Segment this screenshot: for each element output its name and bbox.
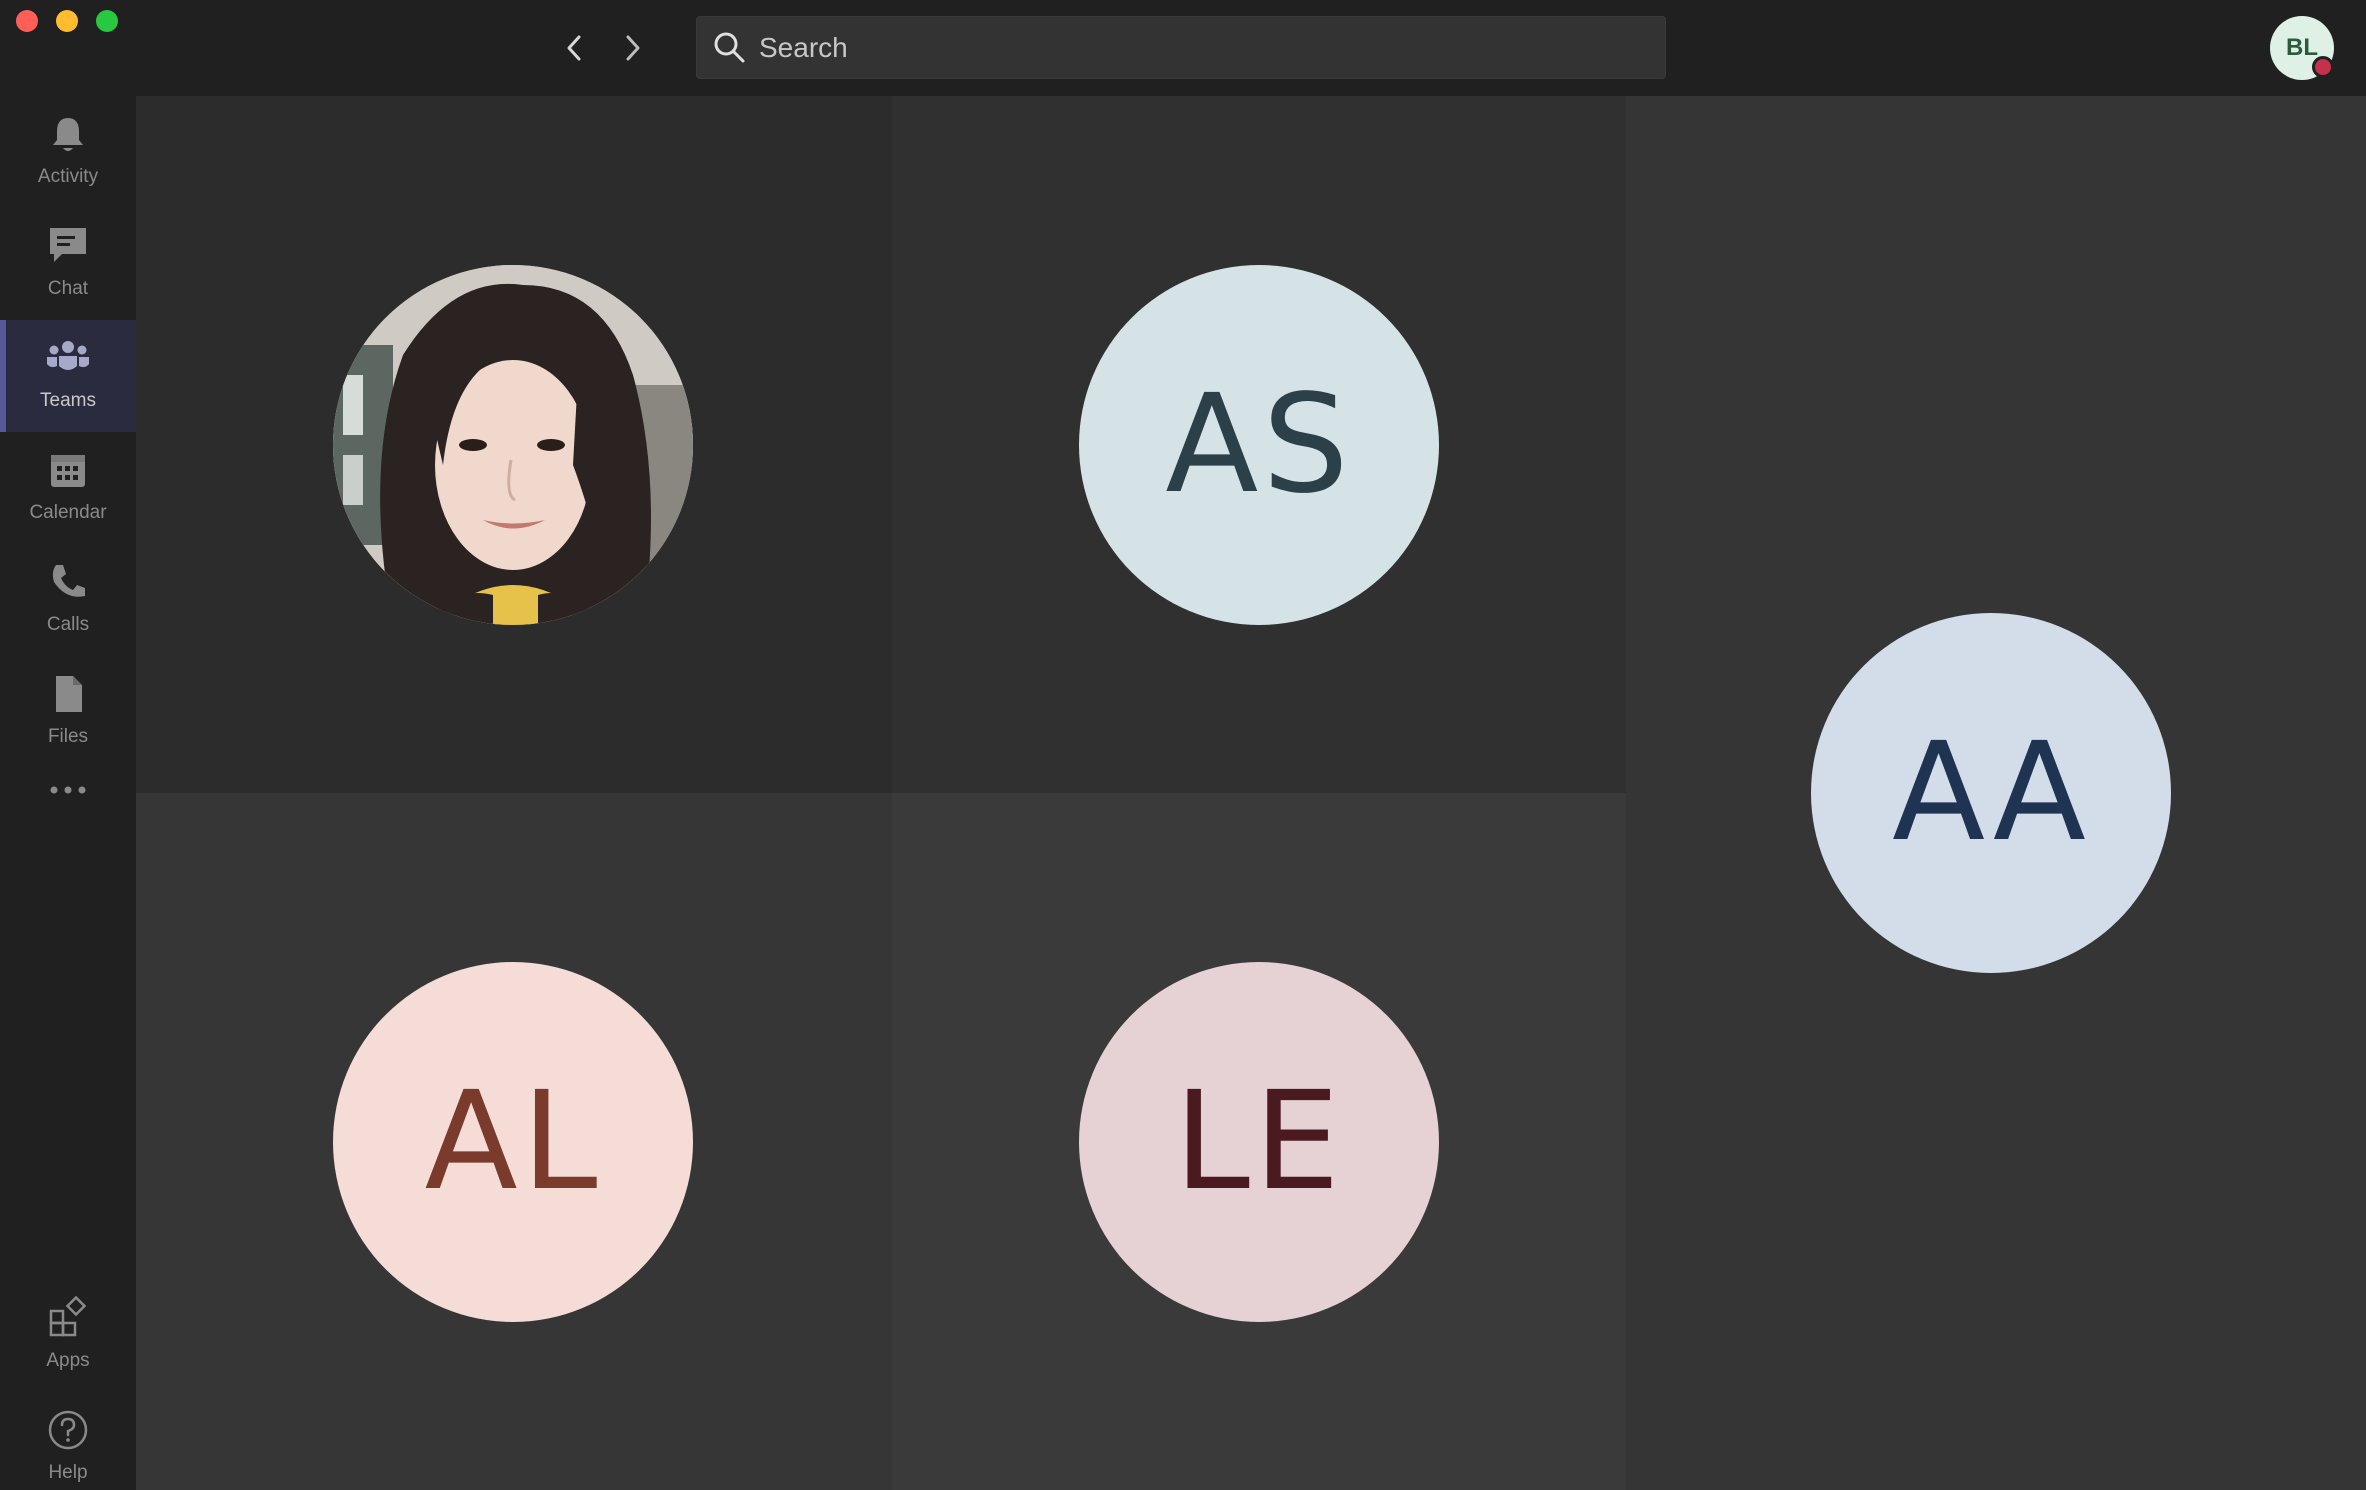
chat-icon xyxy=(50,228,86,262)
rail-item-files[interactable]: Files xyxy=(0,656,136,768)
forward-button[interactable] xyxy=(610,26,654,70)
file-icon xyxy=(56,676,82,712)
participant-initials-avatar: AL xyxy=(333,962,693,1322)
participant-tile[interactable]: AL xyxy=(136,793,892,1490)
rail-label: Apps xyxy=(46,1350,90,1371)
rail-label: Calls xyxy=(46,614,90,635)
rail-item-calls[interactable]: Calls xyxy=(0,544,136,656)
participant-photo-avatar xyxy=(333,265,693,625)
participant-tile[interactable] xyxy=(136,96,892,793)
teams-window: BL Activity Chat xyxy=(0,0,2366,1490)
rail-label: Activity xyxy=(37,166,99,187)
apps-icon xyxy=(49,1296,87,1337)
rail-label: Help xyxy=(48,1462,88,1483)
search-input[interactable] xyxy=(759,17,1639,78)
rail-label: Files xyxy=(47,726,89,747)
rail-item-apps[interactable]: Apps xyxy=(0,1280,136,1392)
app-rail: Activity Chat Teams Calendar Calls Files… xyxy=(0,96,136,1490)
minimize-window-button[interactable] xyxy=(56,10,78,32)
participant-tile[interactable]: AA xyxy=(1626,96,2366,1490)
more-icon xyxy=(50,786,86,794)
rail-item-help[interactable]: Help xyxy=(0,1392,136,1490)
participant-initials-avatar: LE xyxy=(1079,962,1439,1322)
close-window-button[interactable] xyxy=(16,10,38,32)
calendar-icon xyxy=(51,455,85,487)
help-icon xyxy=(48,1410,88,1450)
presence-status-dot xyxy=(2312,56,2334,78)
rail-item-activity[interactable]: Activity xyxy=(0,96,136,208)
title-bar: BL xyxy=(0,0,2366,96)
rail-item-chat[interactable]: Chat xyxy=(0,208,136,320)
rail-label: Calendar xyxy=(29,502,107,523)
meeting-stage: AS AA AL LE xyxy=(136,96,2366,1490)
participant-tile[interactable]: LE xyxy=(892,793,1626,1490)
more-apps-button[interactable] xyxy=(0,768,136,848)
participant-initials-avatar: AA xyxy=(1811,613,2171,973)
rail-label: Teams xyxy=(40,390,96,411)
maximize-window-button[interactable] xyxy=(96,10,118,32)
phone-icon xyxy=(52,565,85,597)
back-button[interactable] xyxy=(553,26,597,70)
chevron-left-icon xyxy=(567,35,581,61)
chevron-right-icon xyxy=(626,35,640,61)
participant-initials-avatar: AS xyxy=(1079,265,1439,625)
search-box[interactable] xyxy=(696,16,1666,79)
rail-item-teams[interactable]: Teams xyxy=(0,320,136,432)
bell-icon xyxy=(53,118,83,151)
participant-photo xyxy=(333,265,693,625)
search-icon xyxy=(714,32,745,63)
rail-label: Chat xyxy=(47,278,89,299)
participant-tile[interactable]: AS xyxy=(892,96,1626,793)
rail-item-calendar[interactable]: Calendar xyxy=(0,432,136,544)
teams-icon xyxy=(47,341,89,370)
